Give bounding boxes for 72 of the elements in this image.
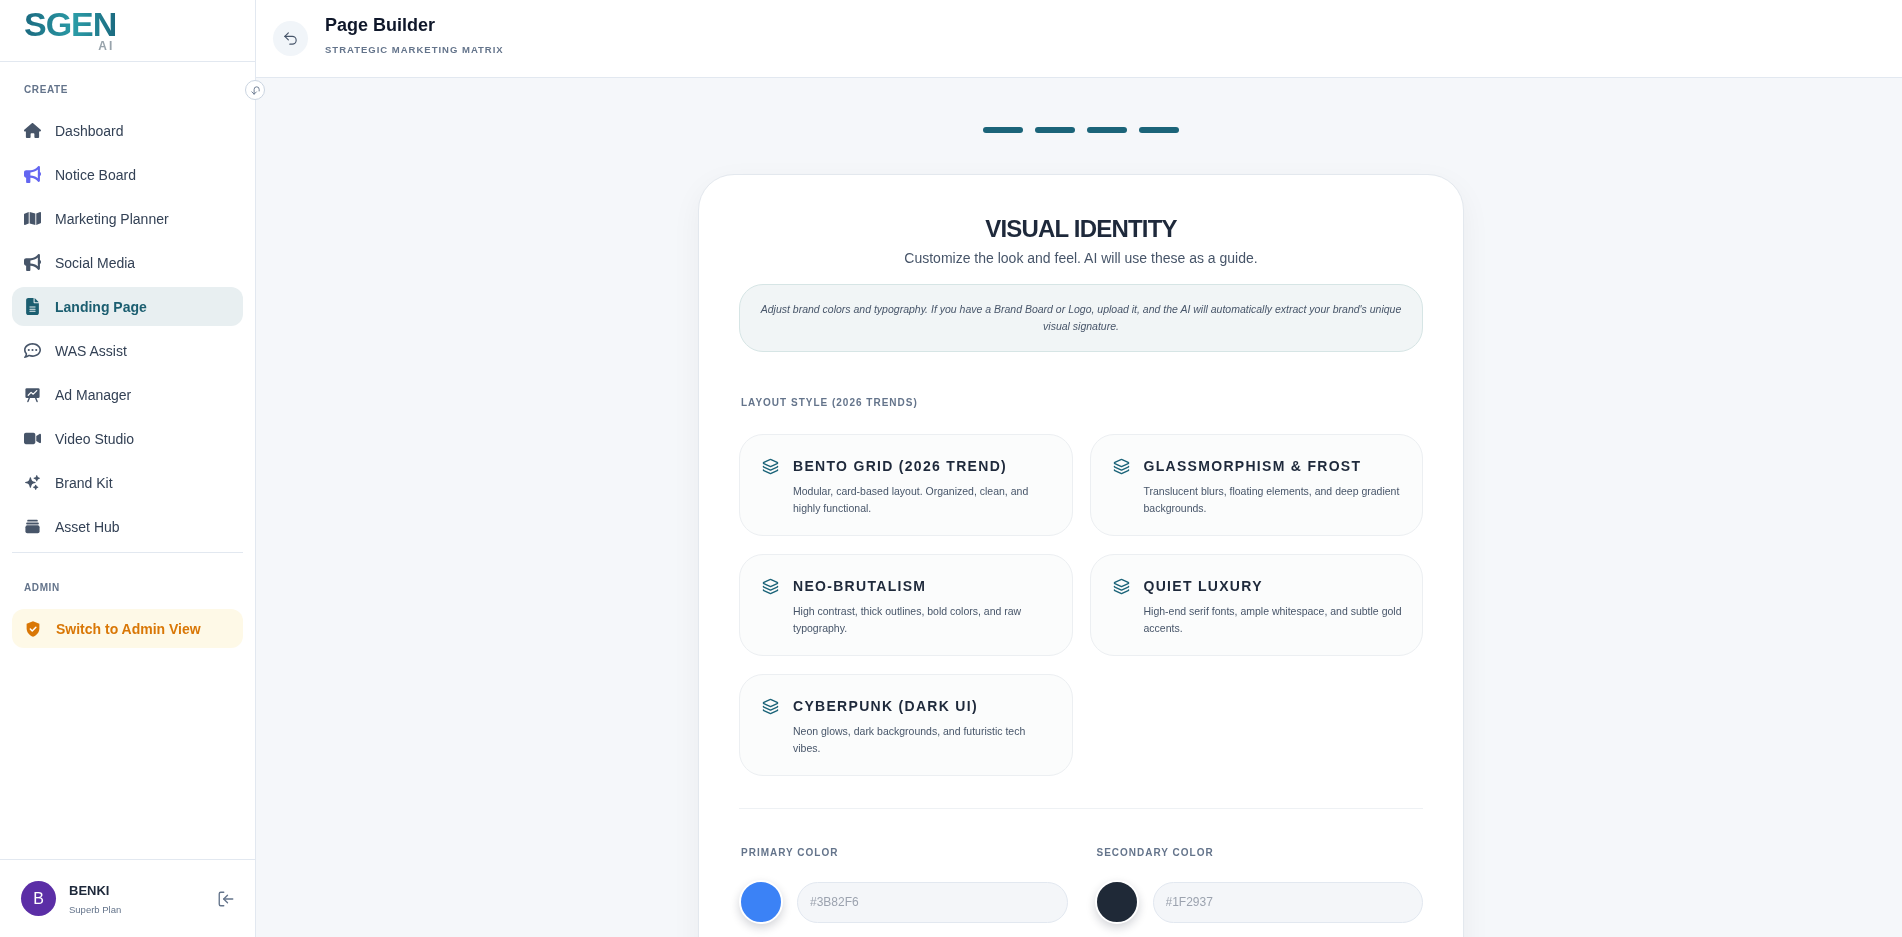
layers-icon	[1112, 577, 1130, 595]
sidebar-item[interactable]: Marketing Planner	[12, 199, 243, 238]
logout-button[interactable]	[217, 889, 235, 908]
field-label: LAYOUT STYLE (2026 TRENDS)	[740, 397, 919, 409]
sidebar-item[interactable]: Brand Kit	[12, 463, 243, 502]
sidebar-item[interactable]: Ad Manager	[12, 375, 243, 414]
field-label: PRIMARY COLOR	[740, 847, 840, 859]
sidebar-item-label: Brand Kit	[55, 474, 113, 491]
sidebar-item[interactable]: WAS Assist	[12, 331, 243, 370]
sidebar-item[interactable]: Video Studio	[12, 419, 243, 458]
color-swatch-icon[interactable]	[739, 880, 783, 924]
user-name: BENKI	[69, 882, 111, 898]
option-title: QUIET LUXURY	[1143, 578, 1263, 594]
sidebar-item-label: Ad Manager	[55, 386, 132, 403]
megaphone-icon	[24, 254, 41, 271]
option-description: Translucent blurs, floating elements, and deep gradient backgrounds.	[1143, 484, 1401, 516]
sidebar-item-label: Notice Board	[55, 166, 136, 183]
sidebar-item[interactable]: Social Media	[12, 243, 243, 282]
layers-icon	[762, 577, 779, 595]
option-description: High-end serif fonts, ample whitespace, and subtle gold accents.	[1143, 604, 1402, 636]
undo-arrow-icon	[249, 84, 261, 96]
sidebar-item-label: Social Media	[55, 254, 136, 271]
sidebar-item-label: Landing Page	[55, 298, 147, 315]
video-camera-icon	[24, 430, 41, 447]
card-title: VISUAL IDENTITY	[984, 215, 1178, 243]
section-title: CREATE	[23, 84, 69, 96]
layout-option[interactable]: NEO-BRUTALISM High contrast, thick outlines, bold colors, and raw typography.	[739, 554, 1073, 656]
sidebar-item-label: Asset Hub	[55, 518, 120, 535]
logo-suffix: AI	[98, 40, 115, 53]
sidebar-item-label: Marketing Planner	[55, 210, 169, 227]
chat-bubble-icon	[24, 342, 41, 359]
sidebar-item[interactable]: Landing Page	[12, 287, 243, 326]
stacked-tray-icon	[24, 518, 41, 535]
back-arrow-icon	[282, 30, 299, 47]
option-title: BENTO GRID (2026 TREND)	[793, 458, 1007, 474]
layout-option[interactable]: QUIET LUXURY High-end serif fonts, ample whitespace, and subtle gold accents.	[1089, 554, 1423, 656]
sidebar-item-label: Dashboard	[55, 122, 124, 139]
sidebar-item-label: WAS Assist	[55, 342, 127, 359]
layout-option[interactable]: CYBERPUNK (DARK UI) Neon glows, dark backgrounds, and futuristic tech vibes.	[739, 674, 1073, 776]
avatar: B	[21, 881, 56, 916]
sidebar-item[interactable]: Notice Board	[12, 155, 243, 194]
layers-icon	[762, 697, 779, 715]
field-label: SECONDARY COLOR	[1095, 847, 1215, 859]
option-description: Neon glows, dark backgrounds, and futuristic tech vibes.	[793, 724, 1027, 756]
presentation-board-icon	[24, 386, 41, 403]
sidebar-item[interactable]: Dashboard	[12, 111, 243, 150]
sidebar-item-label: Video Studio	[55, 430, 135, 447]
layers-icon	[1112, 457, 1130, 475]
layers-icon	[762, 457, 779, 475]
shield-check-icon	[24, 619, 42, 638]
option-title: GLASSMORPHISM & FROST	[1143, 458, 1362, 474]
page-title: Page Builder	[325, 14, 437, 36]
layout-option[interactable]: BENTO GRID (2026 TREND) Modular, card-based layout. Organized, clean, and highly functional.	[739, 434, 1073, 536]
sparkles-icon	[24, 474, 41, 491]
option-description: High contrast, thick outlines, bold colors, and raw typography.	[793, 604, 1023, 636]
back-button[interactable]	[273, 21, 308, 56]
sidebar-item[interactable]: Asset Hub	[12, 507, 243, 546]
info-note: Adjust brand colors and typography. If you have a Brand Board or Logo, upload it, and the AI will automatically extract your brand's unique visual signature.	[739, 284, 1423, 352]
user-plan: Superb Plan	[69, 903, 123, 915]
house-icon	[24, 122, 41, 139]
layout-option[interactable]: GLASSMORPHISM & FROST Translucent blurs, floating elements, and deep gradient backgrounds.	[1089, 434, 1423, 536]
card-subtitle: Customize the look and feel. AI will use these as a guide.	[903, 249, 1259, 267]
option-title: NEO-BRUTALISM	[793, 578, 927, 594]
section-title: ADMIN	[23, 582, 61, 594]
option-title: CYBERPUNK (DARK UI)	[793, 698, 978, 714]
logout-icon	[217, 889, 235, 908]
document-icon	[24, 298, 41, 315]
page-subtitle: STRATEGIC MARKETING MATRIX	[325, 44, 504, 55]
option-description: Modular, card-based layout. Organized, clean, and highly functional.	[793, 484, 1030, 516]
admin-view-label: Switch to Admin View	[56, 620, 201, 637]
map-icon	[24, 210, 41, 227]
color-swatch-icon[interactable]	[1094, 880, 1139, 924]
